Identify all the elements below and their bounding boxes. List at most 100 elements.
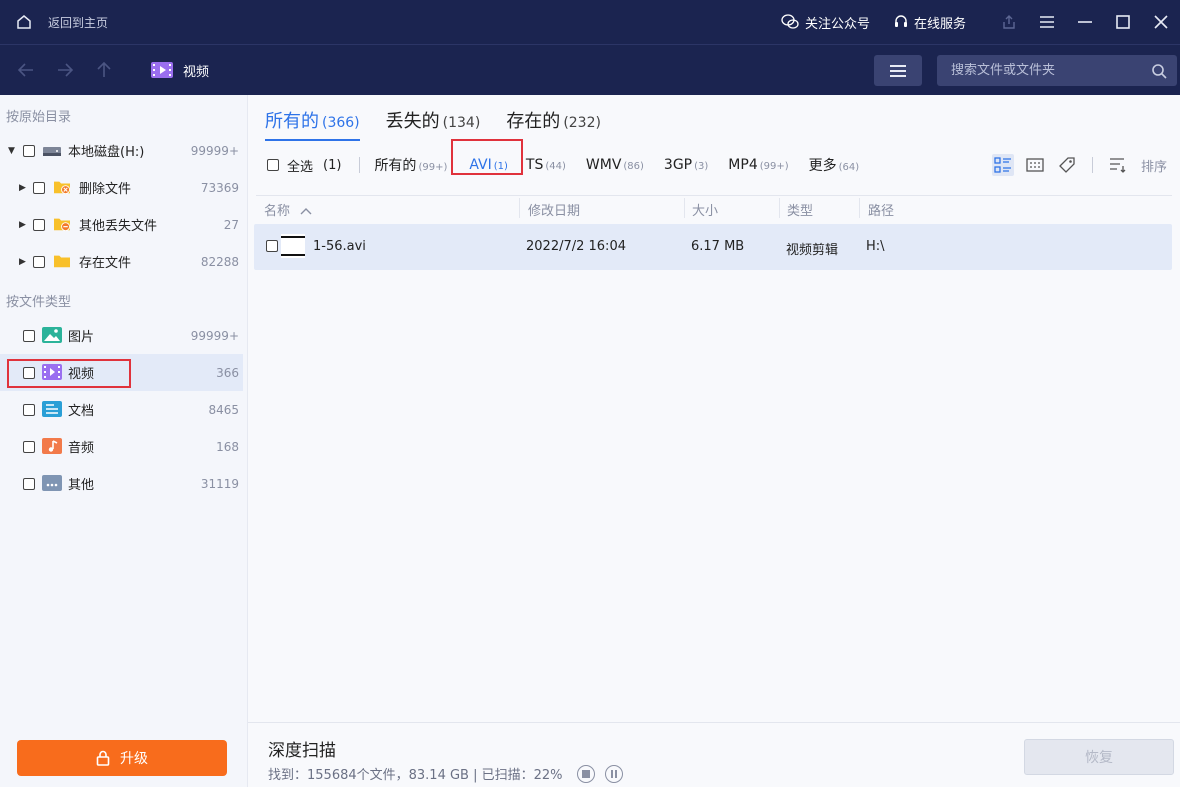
sidebar-item-label: 文档 xyxy=(68,404,95,419)
table-row[interactable]: 1-56.avi 2022/7/2 16:04 6.17 MB 视频剪辑 H:\ xyxy=(254,224,1172,270)
tab-all[interactable]: 所有的 (366) xyxy=(265,107,360,141)
arrow-left-icon xyxy=(17,63,33,77)
folder-checkbox[interactable] xyxy=(33,255,45,268)
follow-button[interactable]: 关注公众号 xyxy=(781,13,870,32)
home-button[interactable] xyxy=(0,0,48,44)
grid-view-button[interactable] xyxy=(1024,154,1046,176)
filter-wmv[interactable]: WMV (86) xyxy=(586,157,644,173)
column-divider[interactable] xyxy=(779,198,780,218)
up-button[interactable] xyxy=(84,45,123,96)
file-date: 2022/7/2 16:04 xyxy=(526,239,626,254)
share-icon xyxy=(1003,15,1015,29)
column-divider[interactable] xyxy=(519,198,520,218)
filter-count: (99+) xyxy=(759,161,789,172)
type-checkbox[interactable] xyxy=(23,403,35,416)
filter-mp4[interactable]: MP4 (99+) xyxy=(728,157,788,173)
folder-checkbox[interactable] xyxy=(33,218,45,231)
sidebar-item-label: 本地磁盘(H:) xyxy=(68,145,145,160)
filter-label: 更多 xyxy=(808,158,837,174)
sidebar-item-count: 31119 xyxy=(200,476,239,491)
back-button[interactable] xyxy=(6,45,45,96)
filter-label: 3GP xyxy=(663,157,693,173)
filter-more[interactable]: 更多 (64) xyxy=(809,155,860,175)
section-title-type: 按文件类型 xyxy=(6,295,72,310)
filter-count: (86) xyxy=(623,161,644,172)
type-checkbox[interactable] xyxy=(23,477,35,490)
select-count: (1) xyxy=(323,157,342,173)
type-checkbox[interactable] xyxy=(23,329,35,342)
arrow-right-icon xyxy=(57,63,73,77)
pause-scan-button[interactable] xyxy=(604,764,623,783)
share-button[interactable] xyxy=(990,0,1028,44)
expand-triangle-icon[interactable]: ▶ xyxy=(19,183,26,193)
sidebar-item-label: 其他丢失文件 xyxy=(79,219,158,234)
column-header-name[interactable]: 名称 xyxy=(264,200,312,219)
sidebar-item-label: 存在文件 xyxy=(79,256,132,271)
maximize-button[interactable] xyxy=(1104,0,1142,44)
type-checkbox[interactable] xyxy=(23,440,35,453)
list-view-button[interactable] xyxy=(991,154,1014,176)
sidebar-item-count: 99999+ xyxy=(190,328,239,343)
column-header-size[interactable]: 大小 xyxy=(692,200,718,219)
folder-checkbox[interactable] xyxy=(33,181,45,194)
sidebar-item-deleted[interactable]: ▶ 删除文件 73369 xyxy=(0,169,243,206)
sidebar-item-count: 82288 xyxy=(200,254,239,269)
service-button[interactable]: 在线服务 xyxy=(894,13,966,32)
video-thumbnail-icon xyxy=(281,234,305,258)
upgrade-button[interactable]: 升级 xyxy=(17,740,227,776)
column-header-type[interactable]: 类型 xyxy=(787,200,813,219)
select-all-checkbox[interactable] xyxy=(267,159,279,171)
minimize-button[interactable] xyxy=(1066,0,1104,44)
column-divider[interactable] xyxy=(684,198,685,218)
sort-label[interactable]: 排序 xyxy=(1141,156,1167,175)
sidebar-item-documents[interactable]: 文档 8465 xyxy=(0,391,243,428)
image-icon xyxy=(42,327,62,343)
file-size: 6.17 MB xyxy=(691,239,745,254)
highlight-box xyxy=(451,139,524,175)
disk-icon xyxy=(43,147,61,156)
filter-ts[interactable]: TS (44) xyxy=(526,157,566,173)
close-button[interactable] xyxy=(1142,0,1180,44)
upgrade-label: 升级 xyxy=(120,751,148,767)
forward-button[interactable] xyxy=(45,45,84,96)
sidebar-item-other[interactable]: 其他 31119 xyxy=(0,465,243,502)
filter-avi[interactable]: AVI (1) xyxy=(451,139,524,175)
row-checkbox[interactable] xyxy=(266,240,278,252)
sidebar-item-other-lost[interactable]: ▶ 其他丢失文件 27 xyxy=(0,206,243,243)
collapse-triangle-icon[interactable]: ▼ xyxy=(8,146,15,156)
tag-button[interactable] xyxy=(1056,154,1078,176)
sidebar-item-existing[interactable]: ▶ 存在文件 82288 xyxy=(0,243,243,280)
filter-3gp[interactable]: 3GP (3) xyxy=(664,157,708,173)
search-input[interactable] xyxy=(951,63,1146,78)
sidebar: 按原始目录 ▼ 本地磁盘(H:) 99999+ ▶ 删除文件 73369 ▶ 其… xyxy=(0,95,248,787)
tools-divider xyxy=(1091,157,1093,173)
disk-checkbox[interactable] xyxy=(23,144,35,157)
column-divider[interactable] xyxy=(859,198,860,218)
hamburger-icon xyxy=(890,64,906,77)
wechat-icon xyxy=(781,14,799,29)
select-all-label[interactable]: 全选 xyxy=(287,156,313,175)
column-header-path[interactable]: 路径 xyxy=(868,200,894,219)
stop-scan-button[interactable] xyxy=(576,764,595,783)
view-menu-button[interactable] xyxy=(874,55,922,86)
home-label[interactable]: 返回到主页 xyxy=(48,14,108,31)
sidebar-item-images[interactable]: 图片 99999+ xyxy=(0,317,243,354)
expand-triangle-icon[interactable]: ▶ xyxy=(19,257,26,267)
filter-bar: 全选 (1) 所有的 (99+) AVI (1) TS (44) WMV (86) 3G… xyxy=(267,139,1167,179)
sort-button[interactable] xyxy=(1107,154,1129,176)
breadcrumb-label[interactable]: 视频 xyxy=(183,61,209,80)
title-bar: 返回到主页 关注公众号 在线服务 xyxy=(0,0,1180,44)
filter-all[interactable]: 所有的 (99+) xyxy=(374,155,447,175)
search-icon[interactable] xyxy=(1151,63,1167,79)
sidebar-item-disk[interactable]: ▼ 本地磁盘(H:) 99999+ xyxy=(0,132,243,169)
column-label: 名称 xyxy=(264,204,291,219)
sidebar-item-audio[interactable]: 音频 168 xyxy=(0,428,243,465)
menu-button[interactable] xyxy=(1028,0,1066,44)
tab-existing[interactable]: 存在的 (232) xyxy=(506,107,601,141)
tab-lost[interactable]: 丢失的 (134) xyxy=(386,107,481,141)
filter-label: MP4 xyxy=(728,157,758,173)
column-header-date[interactable]: 修改日期 xyxy=(528,200,580,219)
file-path: H:\ xyxy=(866,239,885,254)
recover-button[interactable]: 恢复 xyxy=(1024,739,1174,775)
expand-triangle-icon[interactable]: ▶ xyxy=(19,220,26,230)
